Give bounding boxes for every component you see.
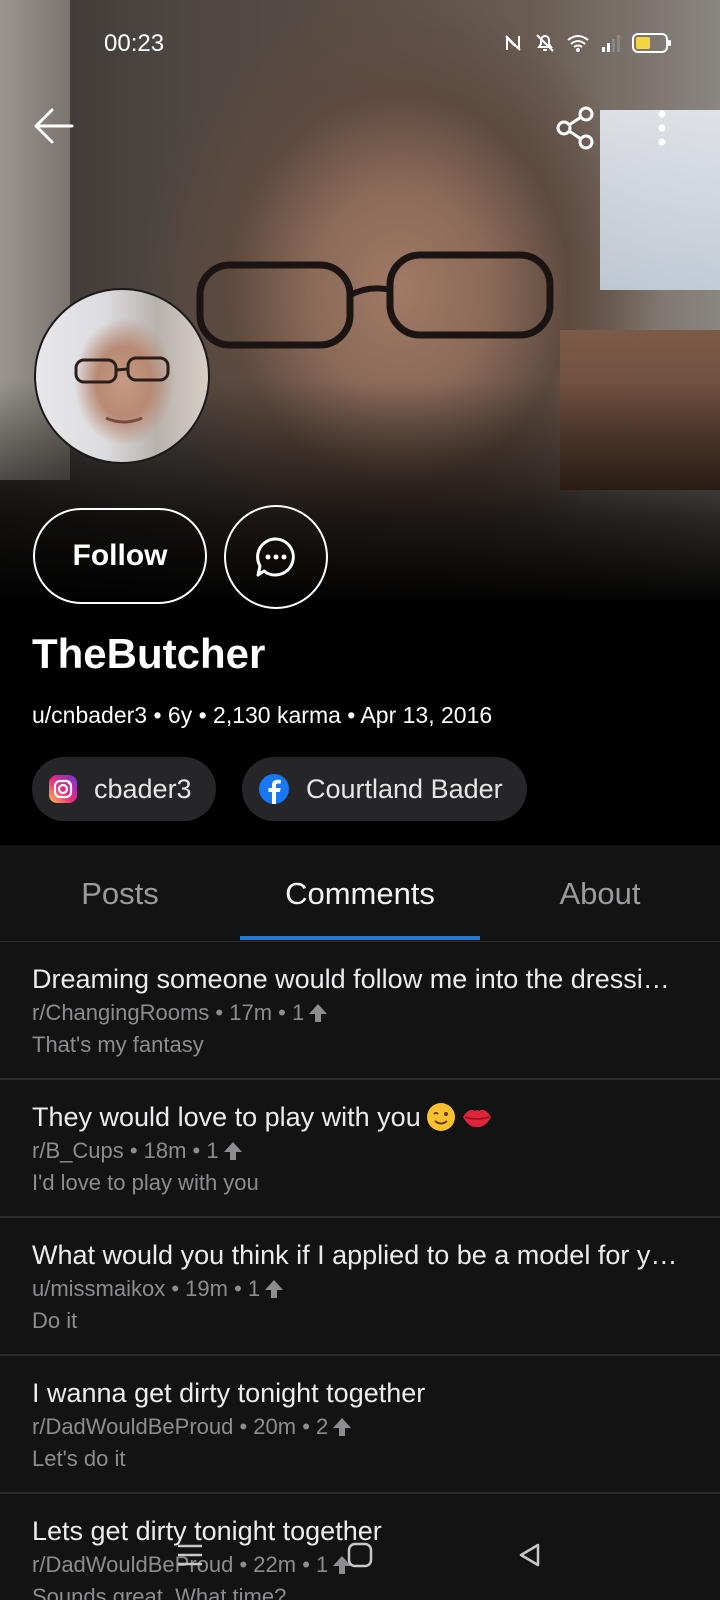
status-icons bbox=[502, 32, 672, 54]
comment-meta: r/DadWouldBeProud • 20m • 2 bbox=[32, 1414, 688, 1440]
banner-glasses bbox=[196, 251, 554, 349]
social-label-facebook: Courtland Bader bbox=[306, 773, 503, 804]
tab-posts[interactable]: Posts bbox=[0, 845, 240, 942]
comment-title-text: What would you think if I applied to be … bbox=[32, 1240, 682, 1270]
more-vertical-icon bbox=[658, 110, 666, 146]
social-link-instagram[interactable]: cbader3 bbox=[32, 757, 216, 821]
comment-list: Dreaming someone would follow me into th… bbox=[0, 942, 720, 1600]
upvote-icon bbox=[333, 1418, 352, 1436]
comment-item[interactable]: I wanna get dirty tonight together r/Dad… bbox=[0, 1356, 720, 1494]
display-name: TheButcher bbox=[32, 630, 266, 677]
more-options-button[interactable] bbox=[642, 98, 682, 158]
share-icon bbox=[556, 106, 594, 150]
comment-item[interactable]: What would you think if I applied to be … bbox=[0, 1218, 720, 1356]
share-button[interactable] bbox=[546, 98, 606, 158]
wifi-icon bbox=[567, 35, 589, 52]
social-link-facebook[interactable]: Courtland Bader bbox=[242, 757, 527, 821]
mute-icon bbox=[536, 34, 554, 52]
comment-body: Do it bbox=[32, 1308, 78, 1333]
comment-title-text: They would love to play with you bbox=[32, 1102, 421, 1132]
nfc-icon bbox=[505, 35, 521, 51]
signal-icon bbox=[602, 35, 620, 52]
comment-title: I wanna get dirty tonight together bbox=[32, 1376, 682, 1410]
comment-title-text: Dreaming someone would follow me into th… bbox=[32, 964, 682, 994]
wink-emoji-icon bbox=[426, 1103, 455, 1131]
nav-home-button[interactable] bbox=[330, 1528, 390, 1582]
comment-title-text: I wanna get dirty tonight together bbox=[32, 1378, 426, 1408]
menu-icon bbox=[178, 1544, 202, 1566]
comment-body: Let's do it bbox=[32, 1446, 126, 1471]
home-square-icon bbox=[347, 1542, 373, 1568]
battery-icon bbox=[632, 33, 671, 53]
comment-meta-text: r/B_Cups • 18m • 1 bbox=[32, 1138, 219, 1163]
nav-menu-button[interactable] bbox=[160, 1528, 220, 1582]
lips-emoji-icon bbox=[462, 1109, 491, 1128]
comment-meta-text: u/missmaikox • 19m • 1 bbox=[32, 1276, 261, 1301]
chat-bubble-icon bbox=[256, 537, 295, 577]
status-time: 00:23 bbox=[104, 30, 165, 57]
comment-title: They would love to play with you bbox=[32, 1100, 682, 1134]
comment-item[interactable]: Dreaming someone would follow me into th… bbox=[0, 942, 720, 1080]
comment-title: What would you think if I applied to be … bbox=[32, 1238, 682, 1272]
tab-comments[interactable]: Comments bbox=[240, 845, 480, 942]
back-button[interactable] bbox=[24, 96, 84, 156]
tab-active-indicator bbox=[240, 936, 480, 940]
upvote-icon bbox=[309, 1004, 328, 1022]
comment-title: Dreaming someone would follow me into th… bbox=[32, 962, 682, 996]
avatar-glasses bbox=[74, 356, 170, 424]
comment-meta: r/ChangingRooms • 17m • 1 bbox=[32, 1000, 688, 1026]
comment-meta: u/missmaikox • 19m • 1 bbox=[32, 1276, 688, 1302]
tab-about[interactable]: About bbox=[480, 845, 720, 942]
status-bar: 00:23 bbox=[0, 0, 720, 90]
upvote-icon bbox=[265, 1280, 284, 1298]
profile-tabs: Posts Comments About bbox=[0, 845, 720, 942]
chat-button[interactable] bbox=[224, 505, 328, 609]
upvote-icon bbox=[223, 1142, 242, 1160]
facebook-icon bbox=[259, 774, 289, 804]
instagram-icon bbox=[49, 775, 77, 803]
comment-meta-text: r/ChangingRooms • 17m • 1 bbox=[32, 1000, 305, 1025]
comment-item[interactable]: They would love to play with you r/B_Cup… bbox=[0, 1080, 720, 1218]
avatar[interactable] bbox=[34, 288, 210, 464]
arrow-left-icon bbox=[34, 108, 74, 144]
nav-back-button[interactable] bbox=[500, 1528, 560, 1582]
profile-meta: u/cnbader3 • 6y • 2,130 karma • Apr 13, … bbox=[32, 702, 493, 728]
comment-body: I'd love to play with you bbox=[32, 1170, 259, 1195]
triangle-back-icon bbox=[519, 1543, 540, 1567]
comment-body: That's my fantasy bbox=[32, 1032, 204, 1057]
social-label-instagram: cbader3 bbox=[94, 773, 192, 804]
comment-meta-text: r/DadWouldBeProud • 20m • 2 bbox=[32, 1414, 329, 1439]
system-nav-bar bbox=[0, 1510, 720, 1600]
follow-button[interactable]: Follow bbox=[33, 508, 207, 604]
comment-meta: r/B_Cups • 18m • 1 bbox=[32, 1138, 688, 1164]
